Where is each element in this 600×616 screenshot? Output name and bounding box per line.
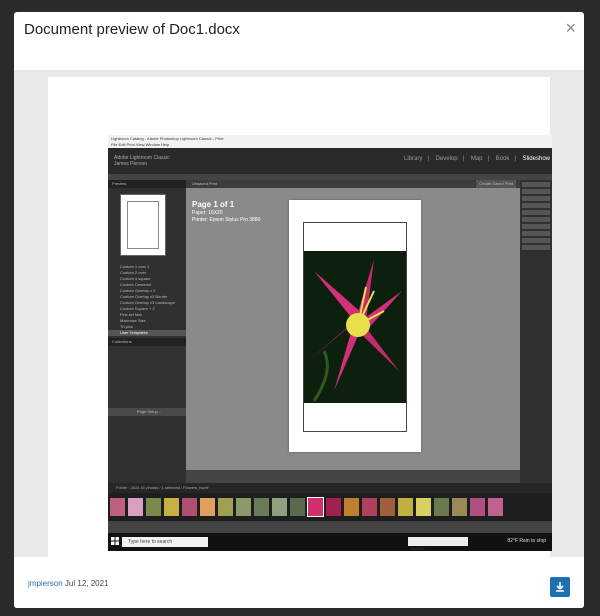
lr-print-page: [289, 200, 421, 452]
author-line: jmpierson Jul 12, 2021: [28, 579, 109, 588]
document-preview-modal: Document preview of Doc1.docx × Lightroo…: [14, 12, 584, 608]
lr-module-map: Map: [470, 156, 483, 162]
lr-printer: Printer: Epson Stylus Pro 3880: [192, 217, 261, 223]
modal-footer: jmpierson Jul 12, 2021: [14, 557, 584, 608]
flower-photo: [304, 251, 406, 403]
taskbar-search: Type here to search: [122, 537, 208, 547]
lr-collections-heading: Collections: [108, 338, 186, 346]
lr-print-canvas: Unsaved Print Create Saved Print Page 1 …: [186, 180, 520, 470]
lr-template-list: Custom 1 over 1 Custom 2 over Custom 4 s…: [108, 262, 186, 338]
document-page: Lightroom Catalog - Adobe Photoshop Ligh…: [48, 77, 552, 557]
lr-page-info: Page 1 of 1 Paper: 16X20 Printer: Epson …: [192, 200, 260, 223]
lr-unsaved-print-label: Unsaved Print: [192, 181, 218, 186]
embedded-screenshot: Lightroom Catalog - Adobe Photoshop Ligh…: [108, 135, 552, 551]
close-icon[interactable]: ×: [565, 19, 576, 37]
author-link[interactable]: jmpierson: [28, 579, 63, 588]
preview-area[interactable]: Lightroom Catalog - Adobe Photoshop Ligh…: [14, 71, 584, 557]
lr-paper: Paper: 16X20: [192, 210, 223, 216]
lr-titlebar: Lightroom Catalog - Adobe Photoshop Ligh…: [108, 135, 552, 142]
lr-right-panel: [520, 180, 552, 492]
modal-header: Document preview of Doc1.docx ×: [14, 12, 584, 71]
lr-module-slideshow: Slideshow: [522, 156, 550, 162]
lr-photo-cell: [303, 222, 407, 432]
post-date: Jul 12, 2021: [64, 579, 109, 588]
lr-page-setup-button: Page Setup...: [108, 408, 186, 416]
lr-create-saved-print-button: Create Saved Print: [476, 180, 516, 188]
taskbar-weather: 82°F Rain to stop: [507, 538, 546, 544]
lr-identity-line2: James Pierson: [114, 161, 148, 167]
lr-page-count: Page 1 of 1: [192, 200, 235, 209]
lr-module-book: Book: [495, 156, 510, 162]
windows-start-icon: [111, 537, 119, 545]
lr-preview-thumbnail: [120, 194, 166, 256]
lr-module-develop: Develop: [435, 156, 458, 162]
lr-modules: Library | Develop | Map | Book | Slideshow: [403, 156, 550, 162]
windows-taskbar: Type here to search Address 82°F Rain to…: [108, 533, 552, 551]
lr-topbar: Adobe Lightroom Classic James Pierson Li…: [108, 148, 552, 174]
lr-identity: Adobe Lightroom Classic James Pierson: [114, 155, 170, 167]
lr-filmstrip: [108, 493, 552, 521]
lr-module-library: Library: [403, 156, 423, 162]
download-button[interactable]: [550, 577, 570, 597]
taskbar-address: Address: [408, 537, 468, 551]
lr-preview-heading: Preview: [108, 180, 186, 188]
download-icon: [556, 582, 564, 592]
lr-left-panel: Preview Custom 1 over 1 Custom 2 over Cu…: [108, 180, 186, 492]
lr-center-bar: Unsaved Print Create Saved Print: [186, 180, 520, 188]
lr-template-item: User Templates: [108, 330, 186, 336]
lr-filmstrip-bar: Folder : 2021 41 photos / 1 selected / F…: [108, 483, 552, 493]
modal-title: Document preview of Doc1.docx: [24, 21, 240, 38]
